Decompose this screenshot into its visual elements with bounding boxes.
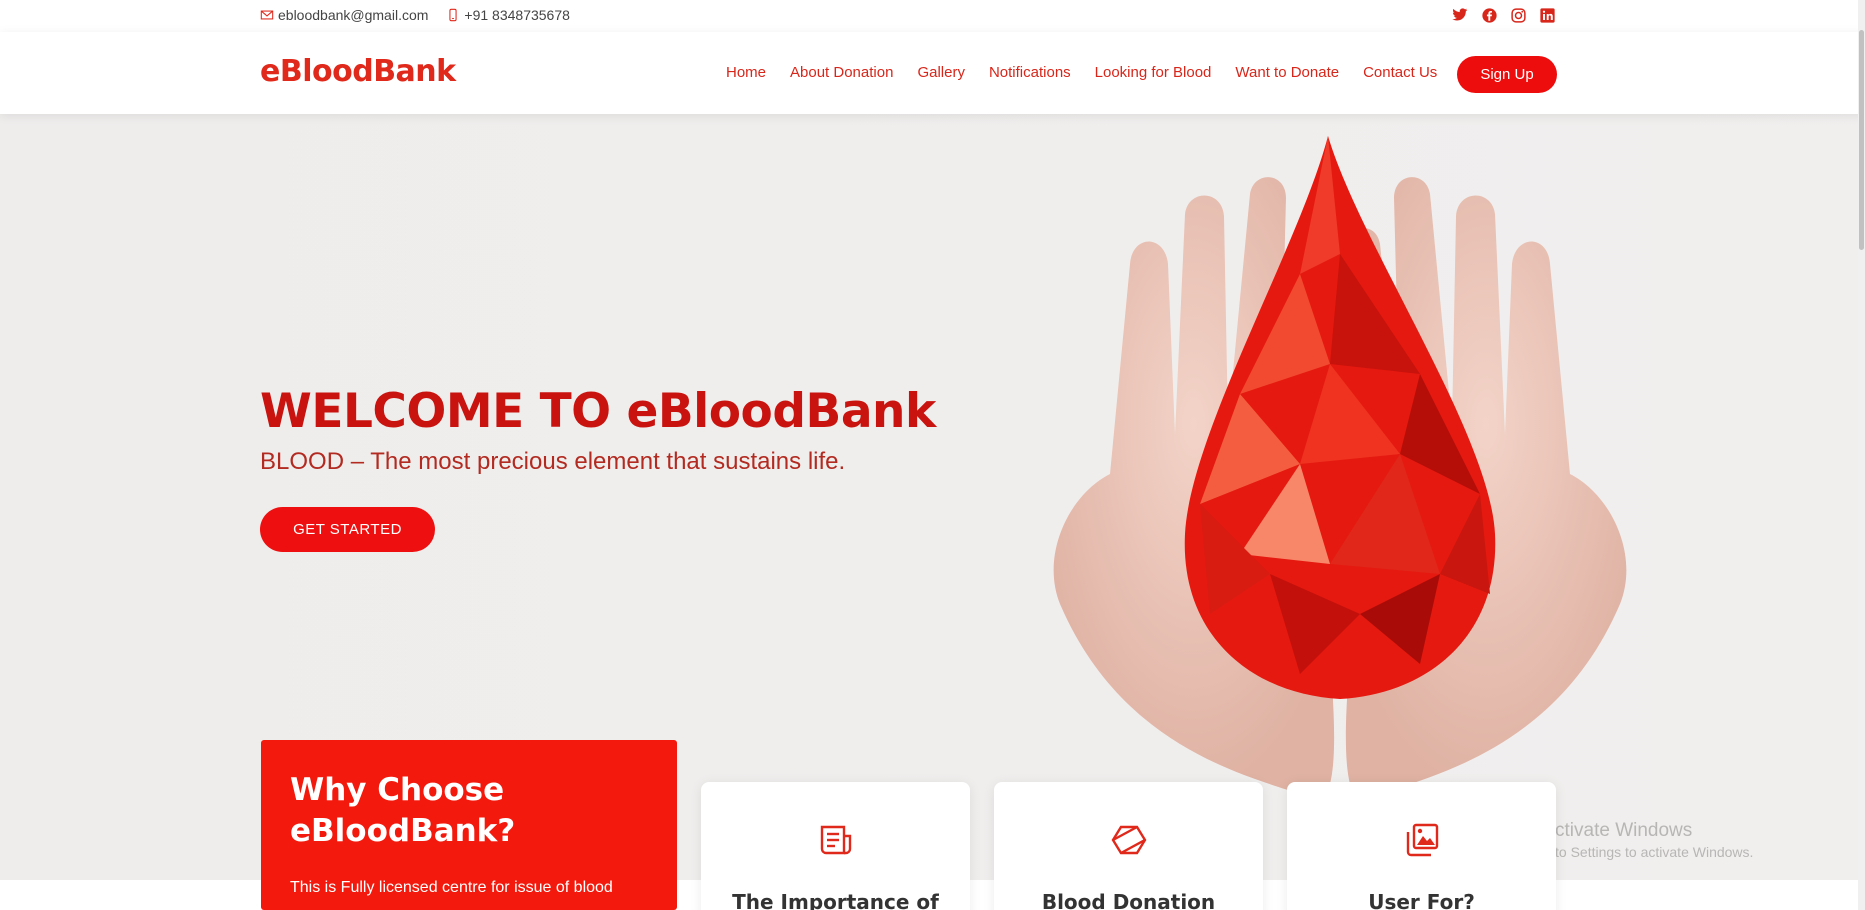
feature-card-user-for[interactable]: User For?	[1287, 782, 1556, 910]
nav-want-to-donate[interactable]: Want to Donate	[1235, 64, 1339, 81]
social-links	[1451, 6, 1556, 24]
feature-title: Blood Donation	[1041, 890, 1216, 910]
blood-drop-hands-image	[1053, 136, 1627, 794]
scrollbar-thumb[interactable]	[1859, 30, 1864, 250]
nav-home[interactable]: Home	[726, 64, 766, 81]
why-choose-text: This is Fully licensed centre for issue …	[290, 879, 613, 896]
linkedin-icon[interactable]	[1538, 6, 1556, 24]
get-started-button[interactable]: GET STARTED	[260, 507, 435, 552]
windows-activation-watermark: ctivate Windows to Settings to activate …	[1555, 820, 1753, 860]
why-title-line2: eBloodBank?	[290, 813, 516, 849]
site-logo[interactable]: eBloodBank	[260, 54, 456, 89]
facebook-icon[interactable]	[1480, 6, 1498, 24]
main-nav: Home About Donation Gallery Notification…	[726, 64, 1461, 81]
nav-looking-for-blood[interactable]: Looking for Blood	[1095, 64, 1212, 81]
nav-notifications[interactable]: Notifications	[989, 64, 1071, 81]
hero-subtitle: BLOOD – The most precious element that s…	[260, 448, 846, 475]
nav-contact-us[interactable]: Contact Us	[1363, 64, 1437, 81]
instagram-icon[interactable]	[1509, 6, 1527, 24]
feature-card-blood-donation[interactable]: Blood Donation	[994, 782, 1263, 910]
phone-contact[interactable]: +91 8348735678	[446, 7, 570, 23]
hero-title: WELCOME TO eBloodBank	[260, 384, 936, 439]
feature-title: User For?	[1368, 890, 1475, 910]
top-bar: ebloodbank@gmail.com +91 8348735678	[0, 0, 1865, 32]
feature-card-importance[interactable]: The Importance of	[701, 782, 970, 910]
email-contact[interactable]: ebloodbank@gmail.com	[260, 7, 428, 23]
contact-info: ebloodbank@gmail.com +91 8348735678	[260, 7, 570, 23]
feature-title: The Importance of	[732, 890, 939, 910]
nav-gallery[interactable]: Gallery	[917, 64, 965, 81]
cube-icon	[1111, 825, 1146, 855]
phone-text: +91 8348735678	[464, 7, 570, 23]
phone-icon	[449, 8, 457, 22]
twitter-icon[interactable]	[1451, 6, 1469, 24]
why-choose-card: Why Choose eBloodBank? This is Fully lice…	[261, 740, 677, 910]
why-choose-title: Why Choose eBloodBank?	[290, 770, 648, 852]
watermark-line1: ctivate Windows	[1555, 820, 1693, 841]
why-title-line1: Why Choose	[290, 772, 505, 808]
watermark-line2: to Settings to activate Windows.	[1555, 844, 1754, 860]
images-icon	[1406, 823, 1438, 857]
document-icon	[820, 825, 851, 855]
nav-about-donation[interactable]: About Donation	[790, 64, 893, 81]
page-scrollbar[interactable]	[1858, 0, 1865, 910]
signup-button[interactable]: Sign Up	[1457, 56, 1557, 93]
main-header: eBloodBank Home About Donation Gallery N…	[0, 32, 1865, 114]
mail-icon	[260, 10, 274, 20]
email-text: ebloodbank@gmail.com	[278, 7, 429, 23]
